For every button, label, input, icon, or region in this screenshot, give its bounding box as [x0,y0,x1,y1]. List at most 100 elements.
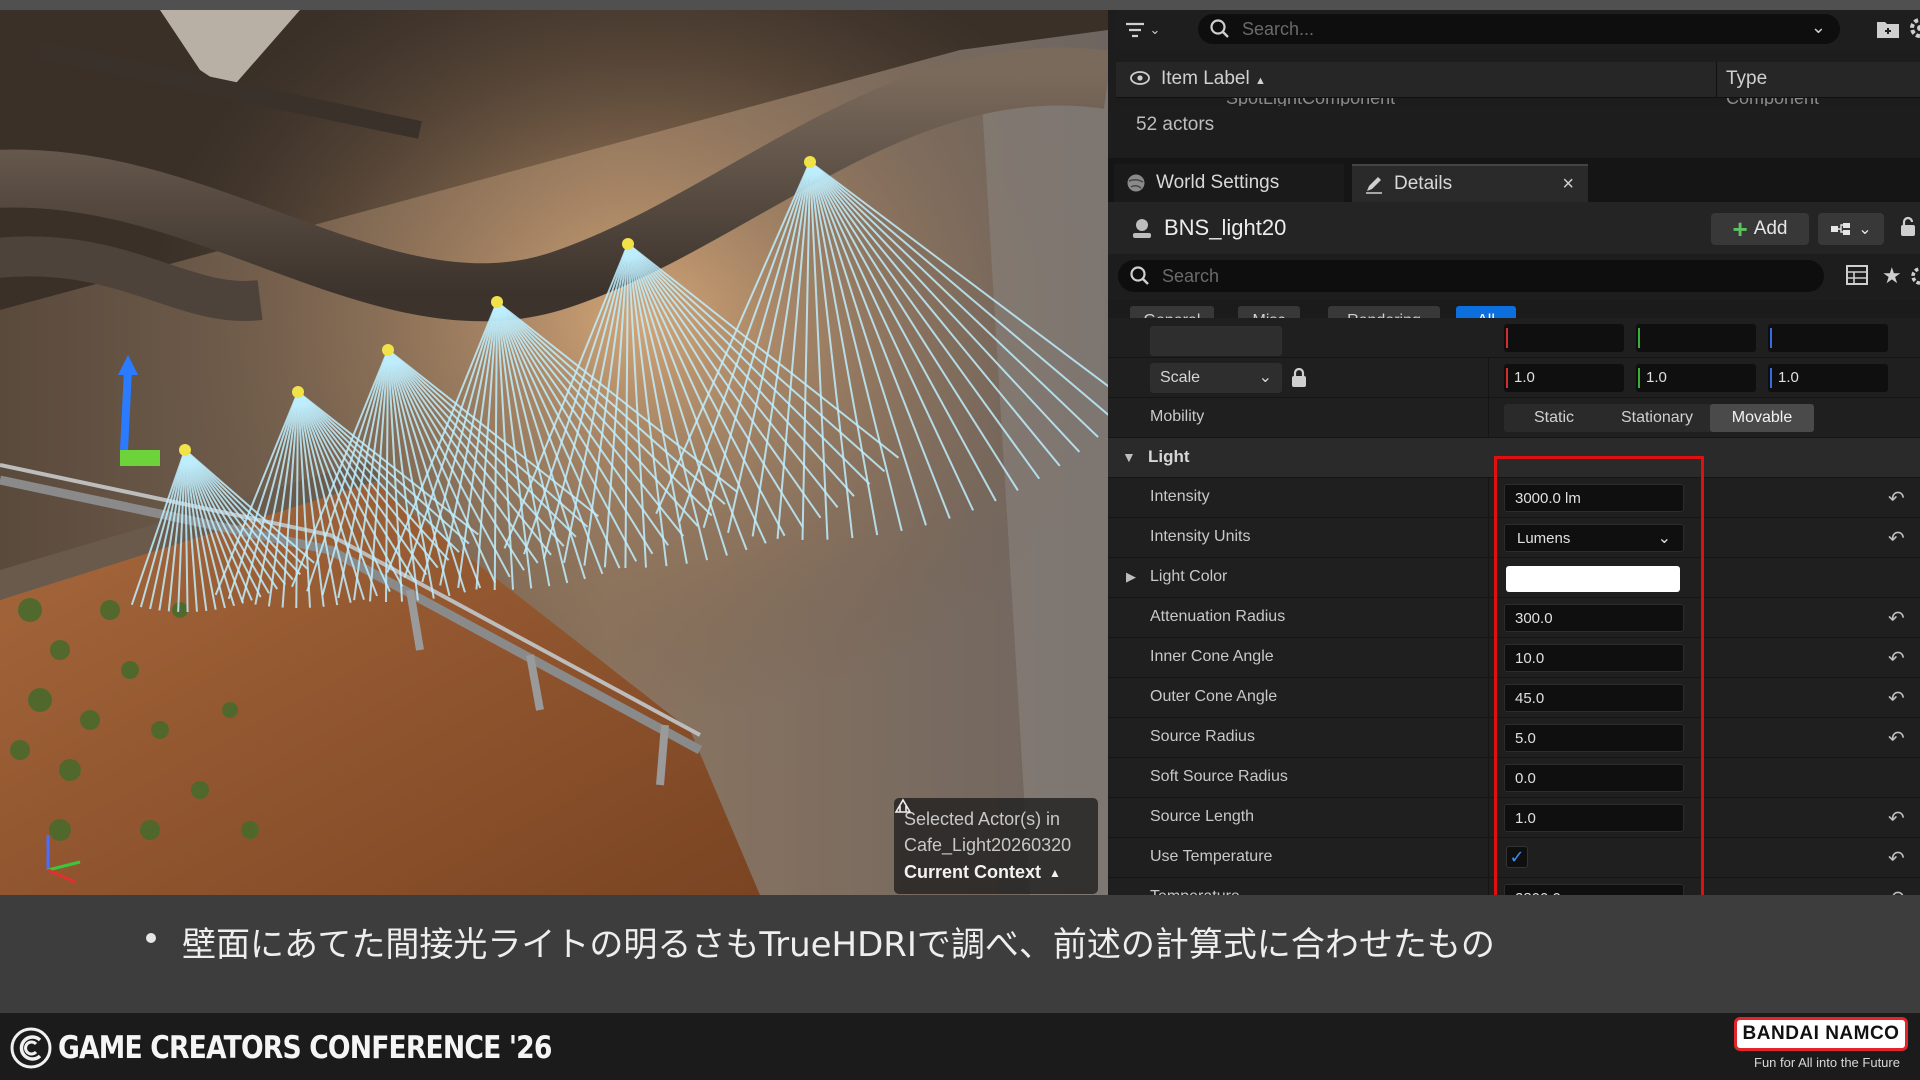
add-folder-icon[interactable] [1876,18,1900,40]
gear-icon[interactable] [1908,265,1920,287]
mobility-selector: Static Stationary Movable [1504,404,1814,432]
tab-details[interactable]: Details × [1352,164,1588,202]
property-label-use-temperature: Use Temperature [1150,848,1273,865]
spotlight-icon [382,344,394,356]
close-icon[interactable]: × [1562,173,1574,196]
current-context-label: Current Context [904,862,1042,882]
reset-to-default-icon[interactable]: ↶ [1888,606,1905,631]
column-separator[interactable] [1488,758,1489,798]
scale-z-input[interactable]: 1.0 [1768,364,1888,392]
highlight-box [1494,456,1704,903]
level-viewport[interactable]: Selected Actor(s) in Cafe_Light20260320 … [0,10,1108,895]
spotlight-icon [292,386,304,398]
property-label-source-length: Source Length [1150,808,1255,825]
plus-icon: + [1732,214,1748,244]
viewport-scene [0,10,1108,895]
lock-icon[interactable] [1898,216,1918,238]
expand-triangle-icon[interactable]: ▶ [1126,569,1136,585]
collapse-triangle-icon: ▼ [1122,449,1136,465]
outliner-partial-row[interactable]: SpotLightComponent Component [1116,98,1920,106]
context-line-1: Selected Actor(s) in [904,809,1061,829]
star-icon[interactable]: ★ [1882,263,1902,289]
add-component-button[interactable]: + Add [1711,213,1809,245]
chevron-down-icon: ⌄ [1149,22,1161,37]
reset-to-default-icon[interactable]: ↶ [1888,646,1905,671]
reset-to-default-icon[interactable]: ↶ [1888,846,1905,871]
blueprint-button[interactable]: ⌄ [1818,213,1884,245]
partial-row-type: Component [1726,98,1819,106]
reset-to-default-icon[interactable]: ↶ [1888,806,1905,831]
column-separator[interactable] [1488,638,1489,678]
search-icon [1210,19,1229,38]
context-line-2: Cafe_Light20260320 [904,835,1072,855]
column-separator[interactable] [1488,518,1489,558]
bandai-namco-logo: BANDAI NAMCO [1734,1017,1908,1051]
chevron-down-icon[interactable]: ⌄ [1811,17,1826,38]
property-label-light-color: Light Color [1150,568,1228,585]
slide-caption-area: 壁面にあてた間接光ライトの明るさもTrueHDRIで調べ、前述の計算式に合わせた… [0,895,1920,1013]
scale-x-input[interactable]: 1.0 [1504,364,1624,392]
column-separator[interactable] [1488,838,1489,878]
actor-count: 52 actors [1136,114,1215,135]
column-separator[interactable] [1488,478,1489,518]
mobility-label: Mobility [1150,408,1205,425]
filter-button[interactable]: ⌄ [1116,12,1168,48]
panel-tabs: World Settings Details × [1108,158,1920,202]
eye-icon[interactable] [1130,70,1150,86]
column-separator[interactable] [1488,718,1489,758]
property-label-temperature: Temperature [1150,888,1240,895]
details-search-input[interactable]: Search [1118,260,1824,292]
scale-row: Scale ⌄ 1.0 1.0 1.0 [1108,358,1920,398]
outliner-search-input[interactable]: Search... ⌄ [1198,14,1840,44]
property-label-source-radius: Source Radius [1150,728,1255,745]
mobility-static-button[interactable]: Static [1504,404,1604,432]
mobility-movable-button[interactable]: Movable [1710,404,1814,432]
column-separator[interactable] [1488,558,1489,598]
column-separator[interactable] [1488,878,1489,895]
globe-icon [1127,174,1145,192]
actor-name: BNS_light20 [1164,215,1287,240]
outliner-column-header: Item Label ▲ Type [1116,62,1920,98]
mobility-stationary-button[interactable]: Stationary [1604,404,1710,432]
scale-y-input[interactable]: 1.0 [1636,364,1756,392]
column-separator[interactable] [1488,798,1489,838]
blueprint-icon [1831,223,1851,235]
filter-icon [1125,22,1144,38]
property-label-outer-cone-angle: Outer Cone Angle [1150,688,1278,705]
column-separator[interactable] [1488,598,1489,638]
scale-dropdown[interactable]: Scale ⌄ [1150,363,1282,393]
reset-to-default-icon[interactable]: ↶ [1888,686,1905,711]
outliner-toolbar: ⌄ Search... ⌄ [1116,10,1920,50]
selected-actor-header: BNS_light20 + Add ⌄ [1108,202,1920,254]
column-separator[interactable] [1716,62,1717,98]
context-panel: Selected Actor(s) in Cafe_Light20260320 … [894,798,1098,894]
spotlight-icon [179,444,191,456]
slide-caption: 壁面にあてた間接光ライトの明るさもTrueHDRIで調べ、前述の計算式に合わせた… [182,925,1495,965]
gear-icon[interactable] [1908,16,1920,40]
slide-footer: GAME CREATORS CONFERENCE '26 BANDAI NAMC… [0,1013,1920,1080]
reset-to-default-icon[interactable]: ↶ [1888,486,1905,511]
property-label-soft-source-radius: Soft Source Radius [1150,768,1288,785]
column-item-label[interactable]: Item Label ▲ [1161,68,1266,90]
reset-to-default-icon[interactable]: ↶ [1888,526,1905,551]
tab-world-settings[interactable]: World Settings [1114,164,1344,202]
column-separator[interactable] [1488,398,1489,438]
chevron-down-icon: ⌄ [1858,221,1872,238]
search-icon [1130,266,1149,285]
reset-to-default-icon[interactable]: ↶ [1888,726,1905,751]
column-separator[interactable] [1488,678,1489,718]
reset-to-default-icon[interactable]: ↶ [1888,886,1905,895]
scale-label: Scale [1160,369,1201,386]
section-light-label: Light [1148,447,1190,466]
table-view-icon[interactable] [1846,265,1868,285]
lock-icon[interactable] [1290,368,1308,388]
partial-location-row [1108,318,1920,358]
property-label-inner-cone-angle: Inner Cone Angle [1150,648,1274,665]
partial-row-label: SpotLightComponent [1226,98,1395,106]
column-separator[interactable] [1488,358,1489,398]
column-type[interactable]: Type [1726,68,1767,90]
conference-name: GAME CREATORS CONFERENCE '26 [58,1030,552,1066]
property-label-intensity: Intensity [1150,488,1210,505]
top-strip [0,0,1920,10]
current-context-button[interactable]: Current Context ▲ [894,798,1088,883]
